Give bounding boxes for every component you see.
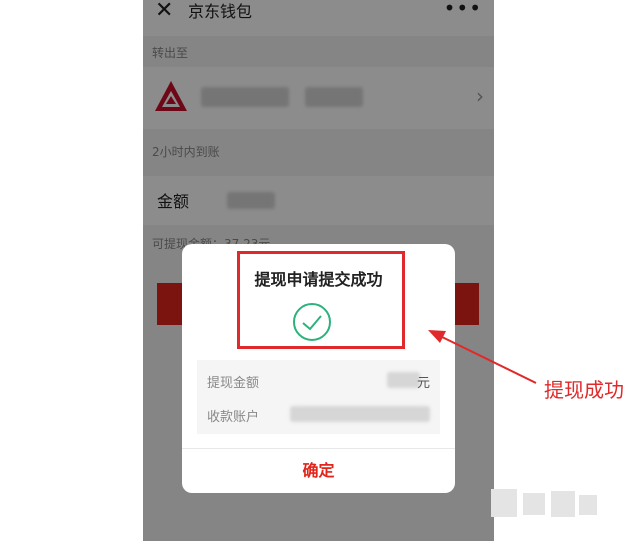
annotation-arrow (428, 330, 537, 384)
annotation-label: 提现成功 (544, 378, 624, 402)
watermark (487, 483, 602, 523)
